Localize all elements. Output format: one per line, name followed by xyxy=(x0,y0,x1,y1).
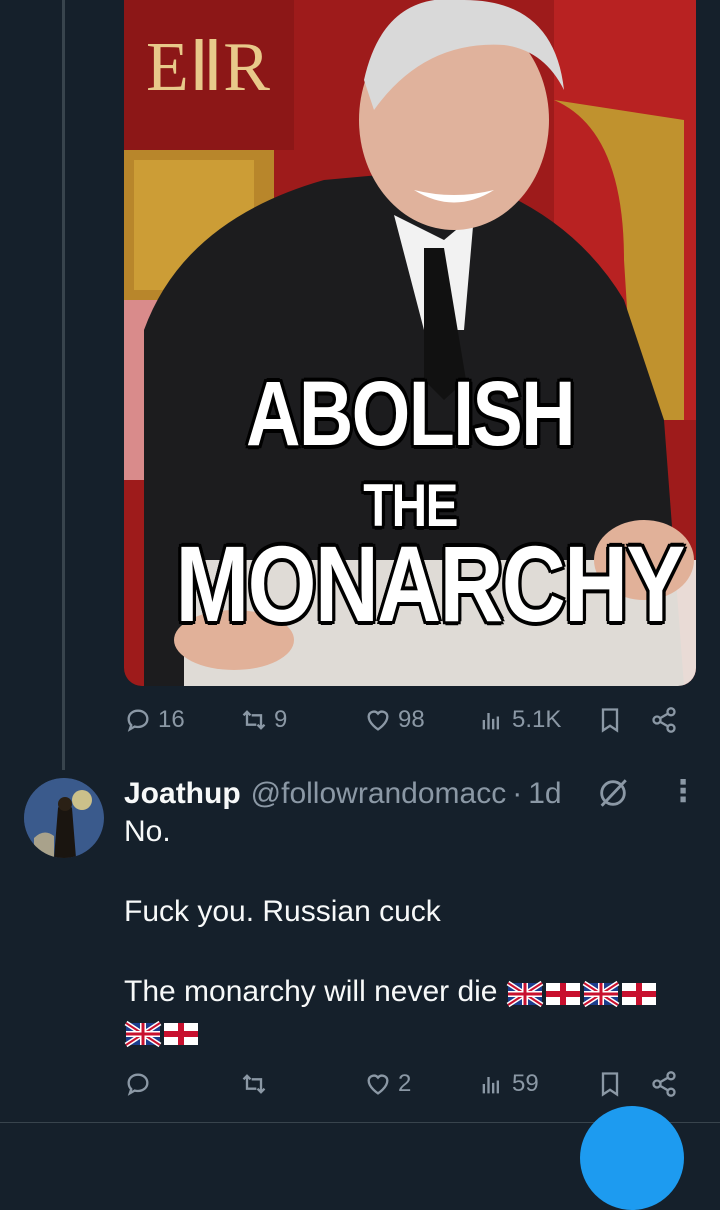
main-tweet-actions: 16 9 98 5.1K xyxy=(124,700,690,740)
share-icon xyxy=(652,707,676,733)
timestamp[interactable]: 1d xyxy=(528,777,561,811)
handle[interactable]: @followrandomacc xyxy=(251,777,507,811)
grok-icon[interactable] xyxy=(596,776,630,810)
like-count: 98 xyxy=(398,706,425,733)
reply-line-3: The monarchy will never die xyxy=(124,972,684,1012)
share-button[interactable] xyxy=(650,1070,678,1098)
meme-line-1: ABOLISH xyxy=(246,363,576,465)
like-button[interactable]: 98 xyxy=(364,706,425,734)
bookmark-button[interactable] xyxy=(596,1070,624,1098)
reply-line-4 xyxy=(124,1012,684,1052)
reply-body: No. Fuck you. Russian cuck The monarchy … xyxy=(124,812,684,1052)
reply-line-2: Fuck you. Russian cuck xyxy=(124,895,441,928)
uk-flag-icon xyxy=(506,980,544,1008)
reply-button[interactable] xyxy=(124,1070,158,1098)
reply-line-1: No. xyxy=(124,815,171,848)
monogram-text: EⅡR xyxy=(146,29,270,106)
views-button[interactable]: 5.1K xyxy=(478,706,561,734)
england-flag-icon xyxy=(621,983,656,1006)
reply-button[interactable]: 16 xyxy=(124,706,185,734)
retweet-button[interactable] xyxy=(240,1070,274,1098)
reply-actions: 2 59 xyxy=(124,1064,690,1104)
share-icon xyxy=(652,1071,676,1097)
retweet-icon xyxy=(242,1074,266,1094)
reply-header: Joathup @followrandomacc · 1d ⋮ xyxy=(124,774,698,814)
views-count: 5.1K xyxy=(512,706,562,733)
more-icon[interactable]: ⋮ xyxy=(668,774,698,809)
retweet-button[interactable]: 9 xyxy=(240,706,287,734)
england-flag-icon xyxy=(164,1023,198,1046)
display-name[interactable]: Joathup xyxy=(124,777,241,811)
retweet-count: 9 xyxy=(274,706,288,733)
share-button[interactable] xyxy=(650,706,678,734)
bookmark-icon xyxy=(601,708,619,733)
flag-emoji-row-1 xyxy=(506,980,656,1008)
meme-line-3: MONARCHY xyxy=(175,523,685,644)
flag-emoji-row-2 xyxy=(124,1020,198,1048)
reply-count: 16 xyxy=(158,706,185,733)
views-icon xyxy=(482,713,499,730)
like-count: 2 xyxy=(398,1070,412,1097)
views-button[interactable]: 59 xyxy=(478,1070,539,1098)
heart-icon xyxy=(367,1074,389,1095)
avatar-image xyxy=(24,778,104,858)
tweet-image[interactable]: EⅡR ABOLISH THE MONARCHY xyxy=(124,0,696,686)
thread-line xyxy=(62,0,65,770)
reply-icon xyxy=(127,1073,149,1096)
compose-button[interactable] xyxy=(580,1106,684,1210)
england-flag-icon xyxy=(545,983,580,1006)
reply-icon xyxy=(127,709,149,732)
views-icon xyxy=(482,1077,499,1094)
like-button[interactable]: 2 xyxy=(364,1070,411,1098)
retweet-icon xyxy=(242,710,266,730)
bookmark-button[interactable] xyxy=(596,706,624,734)
uk-flag-icon xyxy=(124,1020,162,1048)
avatar[interactable] xyxy=(24,778,104,858)
separator: · xyxy=(512,777,523,810)
heart-icon xyxy=(367,710,389,731)
views-count: 59 xyxy=(512,1070,539,1097)
reply-line-3-text: The monarchy will never die xyxy=(124,975,498,1008)
bookmark-icon xyxy=(601,1072,619,1097)
uk-flag-icon xyxy=(582,980,620,1008)
